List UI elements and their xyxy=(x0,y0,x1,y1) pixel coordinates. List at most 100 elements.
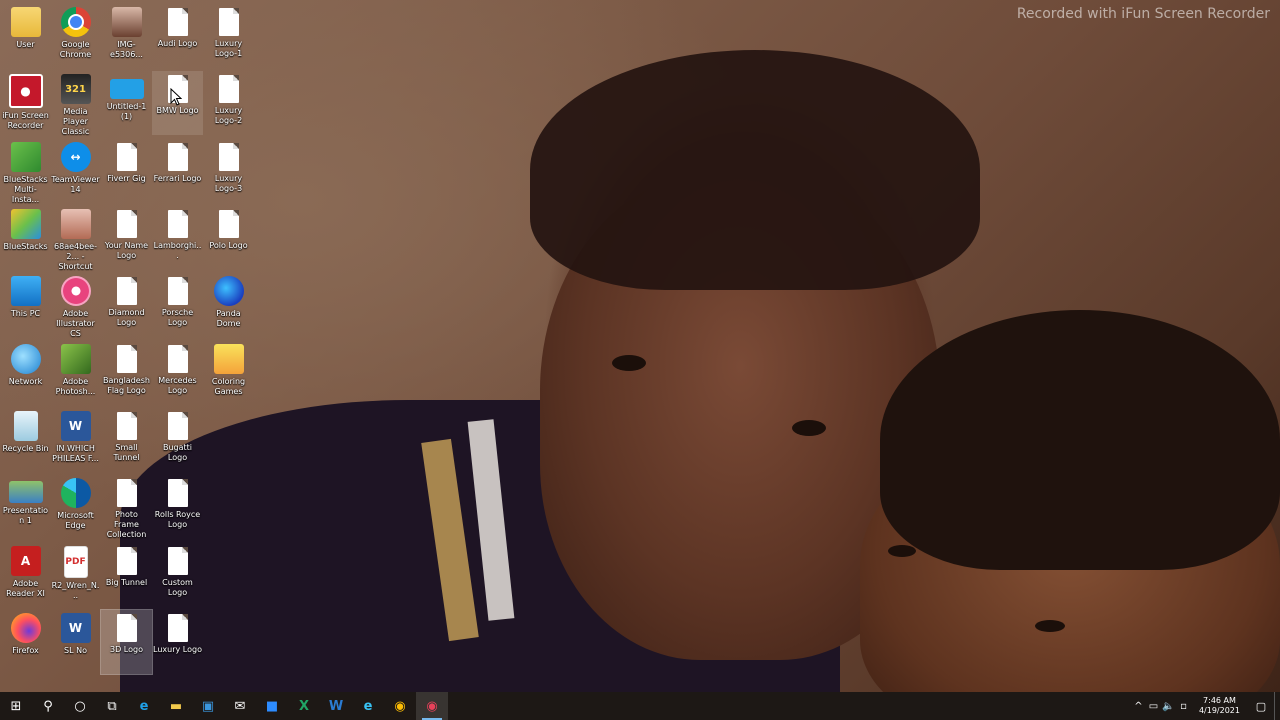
desktop-icon[interactable]: User xyxy=(0,4,51,68)
desktop-icon[interactable]: Porsche Logo xyxy=(152,273,203,337)
desktop-icon-label: iFun Screen Recorder xyxy=(2,111,49,130)
mail-icon: ✉ xyxy=(234,698,246,714)
desktop-icon[interactable]: Custom Logo xyxy=(152,543,203,607)
notification-center-icon[interactable]: ▢ xyxy=(1248,700,1274,713)
desktop-icon-label: Rolls Royce Logo xyxy=(154,510,201,529)
desktop-icon[interactable]: Google Chrome xyxy=(50,4,101,68)
desktop-icon-label: Adobe Reader XI xyxy=(6,579,45,598)
desktop-icon[interactable]: Rolls Royce Logo xyxy=(152,475,203,539)
desktop-icon-label: Luxury Logo xyxy=(153,645,202,654)
illustrator-icon xyxy=(60,276,91,306)
desktop-icon[interactable]: Bugatti Logo xyxy=(152,408,203,472)
desktop-icon[interactable]: Adobe Illustrator CS xyxy=(50,273,101,338)
taskbar-store[interactable]: ▣ xyxy=(192,692,224,720)
coloring-games-icon xyxy=(213,344,244,374)
desktop-icon[interactable]: Adobe Photosh... xyxy=(50,341,101,405)
network-status-icon[interactable]: ▭ xyxy=(1146,701,1161,712)
desktop-icon[interactable]: Microsoft Edge xyxy=(50,475,101,539)
desktop-icon[interactable]: Panda Dome xyxy=(203,273,254,337)
desktop-icon[interactable]: ↔ TeamViewer 14 xyxy=(50,139,101,203)
pdf-file-icon: PDF xyxy=(63,546,88,578)
taskbar-file-explorer[interactable]: ▬ xyxy=(160,692,192,720)
bluestacks-multi-icon xyxy=(10,142,41,172)
speaker-icon[interactable]: 🔈 xyxy=(1161,701,1176,712)
desktop-icon[interactable]: Audi Logo xyxy=(152,4,203,68)
desktop-icon[interactable]: Mercedes Logo xyxy=(152,341,203,405)
desktop-icon[interactable]: Network xyxy=(0,341,51,405)
desktop-icon[interactable]: This PC xyxy=(0,273,51,337)
desktop-icon[interactable]: 3D Logo xyxy=(100,609,153,675)
desktop-icon[interactable]: BlueStacks xyxy=(0,206,51,270)
desktop-icon[interactable]: W SL No xyxy=(50,610,101,674)
desktop-icon[interactable]: Firefox xyxy=(0,610,51,674)
search-icon: ⚲ xyxy=(43,698,53,714)
task-view-button[interactable]: ⧉ xyxy=(96,692,128,720)
desktop-icon[interactable]: Ferrari Logo xyxy=(152,139,203,203)
taskbar-excel[interactable]: X xyxy=(288,692,320,720)
desktop-icon[interactable]: Polo Logo xyxy=(203,206,254,270)
desktop-icon[interactable]: IMG-e5306... xyxy=(101,4,152,68)
desktop-icon[interactable]: 321 Media Player Classic xyxy=(50,71,101,136)
word-doc-icon: W xyxy=(60,411,91,441)
chevron-up-icon[interactable]: ^ xyxy=(1131,701,1146,712)
desktop-icon-label: Custom Logo xyxy=(162,578,193,597)
desktop-icon[interactable]: W IN WHICH PHILEAS F... xyxy=(50,408,101,472)
taskbar-clock[interactable]: 7:46 AM 4/19/2021 xyxy=(1191,696,1248,716)
recorder-watermark: Recorded with iFun Screen Recorder xyxy=(1016,6,1270,22)
wallpaper-shape xyxy=(880,310,1280,570)
desktop-icon[interactable]: Luxury Logo-1 xyxy=(203,4,254,68)
taskbar-ifun-recorder[interactable]: ◉ xyxy=(416,692,448,720)
desktop-icon[interactable]: Big Tunnel xyxy=(101,543,152,607)
desktop-icon[interactable]: 68ae4bee-2... - Shortcut xyxy=(50,206,101,271)
taskbar-chrome[interactable]: ◉ xyxy=(384,692,416,720)
taskbar-edge[interactable]: e xyxy=(128,692,160,720)
clock-time: 7:46 AM xyxy=(1203,696,1236,705)
desktop-icon[interactable]: Lamborghi... xyxy=(152,206,203,270)
desktop-icon-label: Adobe Illustrator CS xyxy=(56,309,95,338)
blank-file-icon xyxy=(218,143,239,171)
word-doc-icon: W xyxy=(60,613,91,643)
desktop-icon[interactable]: Presentation 1 xyxy=(0,475,51,539)
desktop-icon[interactable]: Diamond Logo xyxy=(101,273,152,337)
desktop-icon[interactable]: Recycle Bin xyxy=(0,408,51,472)
desktop-icon[interactable]: BlueStacks Multi-Insta... xyxy=(0,139,51,204)
blank-file-icon xyxy=(116,143,137,171)
desktop-icon[interactable]: Photo Frame Collection xyxy=(101,475,152,539)
desktop-icon[interactable]: ● iFun Screen Recorder xyxy=(0,71,51,135)
desktop-icon-label: Google Chrome xyxy=(59,40,92,59)
desktop-icon[interactable]: Fiverr Gig xyxy=(101,139,152,203)
desktop-icon-label: This PC xyxy=(10,309,41,318)
blank-file-icon xyxy=(167,277,188,305)
desktop-icon[interactable]: Small Tunnel xyxy=(101,408,152,472)
desktop-icon[interactable]: PDF R2_Wren_N... xyxy=(50,543,101,607)
cortana-button[interactable]: ○ xyxy=(64,692,96,720)
chrome-icon xyxy=(60,7,91,37)
desktop-icon[interactable]: Bangladesh Flag Logo xyxy=(101,341,152,405)
desktop-icon-label: Network xyxy=(8,377,43,386)
desktop-icon[interactable]: Your Name Logo xyxy=(101,206,152,270)
taskbar-word[interactable]: W xyxy=(320,692,352,720)
desktop-icon[interactable]: Luxury Logo xyxy=(152,610,203,674)
desktop-icon-label: Firefox xyxy=(12,646,39,655)
desktop-icon-label: IMG-e5306... xyxy=(110,40,143,59)
desktop-icon[interactable]: Coloring Games xyxy=(203,341,254,405)
search-button[interactable]: ⚲ xyxy=(32,692,64,720)
taskbar-edge-2[interactable]: e xyxy=(352,692,384,720)
blank-file-icon xyxy=(116,412,137,440)
desktop-icon-grid: User Google Chrome IMG-e5306... Audi Logo Lu… xyxy=(0,0,260,692)
desktop-icon[interactable]: Luxury Logo-3 xyxy=(203,139,254,203)
taskbar-zoom[interactable]: ■ xyxy=(256,692,288,720)
desktop-icon-label: Media Player Classic xyxy=(61,107,90,136)
show-desktop-button[interactable] xyxy=(1274,692,1280,720)
keyboard-icon[interactable]: ▫ xyxy=(1176,701,1191,712)
taskbar-apps: ⊞ ⚲ ○ ⧉ e ▬ ▣ ✉ ■ X We ◉ ◉ xyxy=(0,692,448,720)
start-button[interactable]: ⊞ xyxy=(0,692,32,720)
blank-file-icon xyxy=(116,210,137,238)
desktop-icon-label: Fiverr Gig xyxy=(107,174,146,183)
desktop-icon[interactable]: Untitled-1 (1) xyxy=(101,71,152,135)
desktop-icon[interactable]: Luxury Logo-2 xyxy=(203,71,254,135)
desktop-icon[interactable]: A Adobe Reader XI xyxy=(0,543,51,607)
taskbar-mail[interactable]: ✉ xyxy=(224,692,256,720)
ifun-recorder-icon: ◉ xyxy=(426,698,438,714)
desktop-icon-label: Luxury Logo-1 xyxy=(214,39,243,58)
